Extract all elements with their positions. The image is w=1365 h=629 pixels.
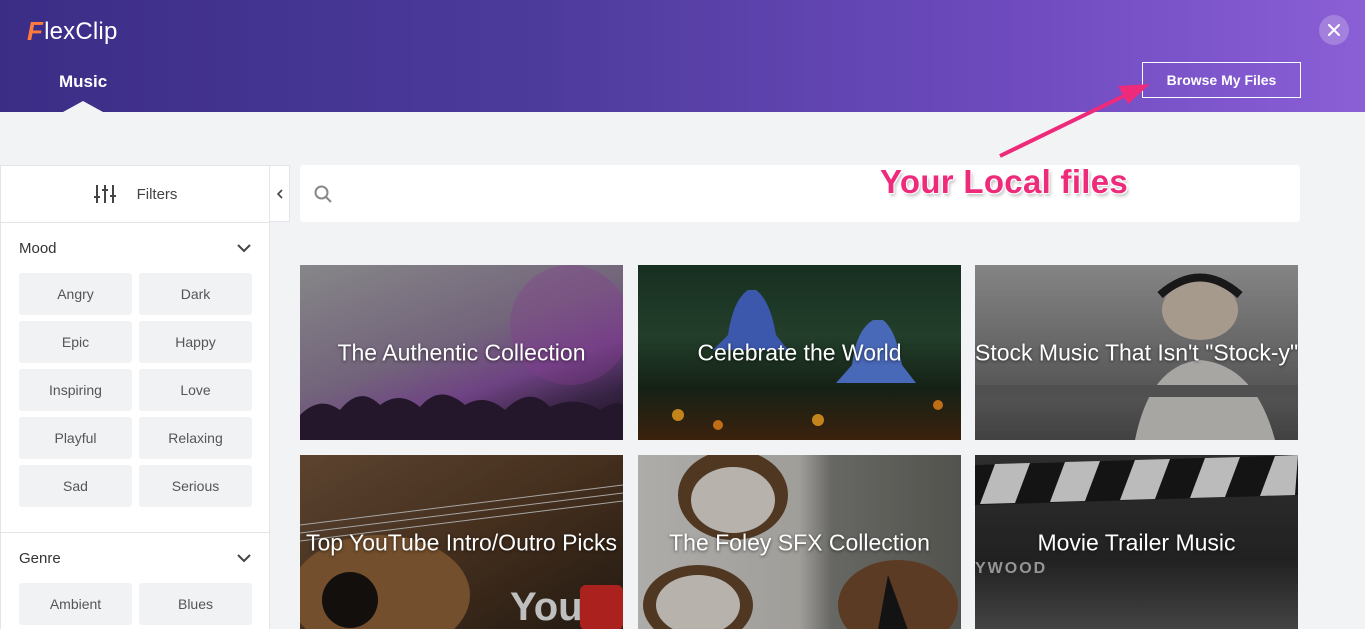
search-input[interactable] <box>342 173 1300 214</box>
filters-header[interactable]: Filters <box>1 166 269 223</box>
mood-title: Mood <box>19 239 57 257</box>
chevron-left-icon <box>276 188 283 199</box>
mood-option-love[interactable]: Love <box>139 369 252 411</box>
collection-card[interactable]: The Foley SFX Collection <box>638 455 961 629</box>
collection-card[interactable]: The Authentic Collection <box>300 265 623 440</box>
genre-option-ambient[interactable]: Ambient <box>19 583 132 625</box>
mood-option-angry[interactable]: Angry <box>19 273 132 315</box>
collection-card[interactable]: You Top YouTube Intro/Outro Picks <box>300 455 623 629</box>
mood-options: Angry Dark Epic Happy Inspiring Love Pla… <box>19 273 252 507</box>
mood-option-serious[interactable]: Serious <box>139 465 252 507</box>
annotation-label: Your Local files <box>880 163 1129 200</box>
collection-card[interactable]: Celebrate the World <box>638 265 961 440</box>
close-icon <box>1328 24 1340 36</box>
filters-sidebar: Filters Mood Angry Dark Epic Happy Inspi… <box>0 165 270 629</box>
chevron-down-icon <box>237 243 251 252</box>
mood-option-sad[interactable]: Sad <box>19 465 132 507</box>
collection-title: The Foley SFX Collection <box>669 529 930 555</box>
mood-option-dark[interactable]: Dark <box>139 273 252 315</box>
genre-section: Genre Ambient Blues <box>1 533 269 625</box>
flexclip-logo: FlexClip <box>27 16 118 47</box>
search-bar <box>300 165 1300 222</box>
collection-title: Movie Trailer Music <box>1037 529 1236 555</box>
collapse-sidebar-button[interactable] <box>270 165 290 222</box>
mood-option-relaxing[interactable]: Relaxing <box>139 417 252 459</box>
tab-music[interactable]: Music <box>59 72 107 92</box>
top-header: FlexClip Music Browse My Files <box>0 0 1365 112</box>
mood-option-epic[interactable]: Epic <box>19 321 132 363</box>
collection-title: Celebrate the World <box>697 339 902 365</box>
genre-header[interactable]: Genre <box>19 533 251 583</box>
active-tab-indicator <box>63 101 103 112</box>
genre-options: Ambient Blues <box>19 583 252 625</box>
collection-title: Top YouTube Intro/Outro Picks <box>305 529 618 555</box>
collection-card[interactable]: Stock Music That Isn't "Stock-y" <box>975 265 1298 440</box>
collection-card[interactable]: YWOOD Movie Trailer Music <box>975 455 1298 629</box>
mood-option-happy[interactable]: Happy <box>139 321 252 363</box>
mood-option-inspiring[interactable]: Inspiring <box>19 369 132 411</box>
logo-mark: F <box>27 16 44 46</box>
genre-title: Genre <box>19 549 61 567</box>
browse-my-files-button[interactable]: Browse My Files <box>1142 62 1301 98</box>
chevron-down-icon <box>237 553 251 562</box>
close-button[interactable] <box>1319 15 1349 45</box>
genre-option-blues[interactable]: Blues <box>139 583 252 625</box>
logo-text: lexClip <box>44 17 118 45</box>
collection-title: The Authentic Collection <box>337 339 586 365</box>
search-icon <box>314 185 332 203</box>
mood-section: Mood Angry Dark Epic Happy Inspiring Lov… <box>1 223 269 507</box>
collection-title: Stock Music That Isn't "Stock-y" <box>975 339 1298 365</box>
sliders-icon <box>93 185 116 203</box>
filters-label: Filters <box>136 185 178 203</box>
mood-option-playful[interactable]: Playful <box>19 417 132 459</box>
mood-header[interactable]: Mood <box>19 223 251 273</box>
